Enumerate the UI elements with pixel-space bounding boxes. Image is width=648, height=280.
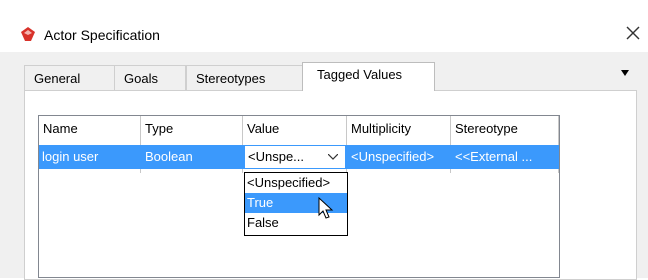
close-icon[interactable] — [624, 24, 642, 42]
tab-label: Tagged Values — [317, 67, 403, 82]
tab-tagged-values[interactable]: Tagged Values — [302, 62, 435, 91]
cell-name[interactable]: login user — [39, 145, 139, 169]
tab-label: Stereotypes — [196, 71, 266, 86]
tab-label: General — [34, 71, 81, 86]
tab-stereotypes[interactable]: Stereotypes — [186, 65, 303, 90]
tab-goals[interactable]: Goals — [114, 65, 186, 90]
cell-type[interactable]: Boolean — [142, 145, 242, 169]
window-title: Actor Specification — [44, 27, 160, 43]
chevron-down-icon[interactable] — [328, 154, 338, 160]
actor-spec-icon — [21, 27, 35, 41]
tab-general[interactable]: General — [24, 65, 115, 90]
value-combo-text: <Unspe... — [248, 149, 305, 164]
column-header-name[interactable]: Name — [39, 116, 139, 144]
column-header-multiplicity[interactable]: Multiplicity — [347, 116, 449, 144]
column-header-stereotype[interactable]: Stereotype — [451, 116, 557, 144]
dropdown-option-unspecified[interactable]: <Unspecified> — [245, 173, 347, 193]
column-header-type[interactable]: Type — [141, 116, 241, 144]
column-header-value[interactable]: Value — [243, 116, 345, 144]
cell-multiplicity[interactable]: <Unspecified> — [348, 145, 450, 169]
cell-stereotype[interactable]: <<External ... — [452, 145, 557, 169]
caret-down-icon[interactable] — [621, 70, 629, 76]
title-bar: Actor Specification — [0, 0, 648, 52]
mouse-cursor-icon — [318, 197, 334, 219]
tab-label: Goals — [124, 71, 158, 86]
